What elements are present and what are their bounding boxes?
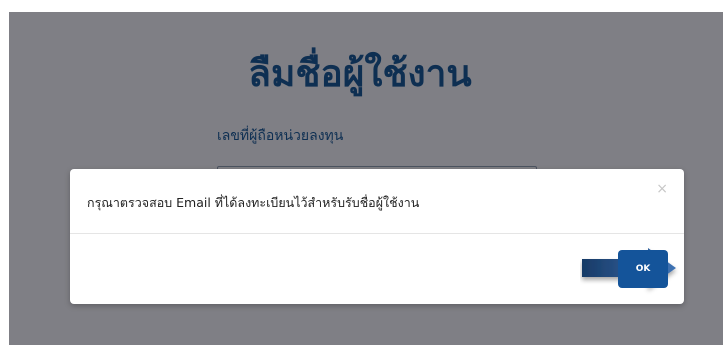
alert-dialog: กรุณาตรวจสอบ Email ที่ได้ลงทะเบียนไว้สำห… [70,169,684,304]
investor-number-label: เลขที่ผู้ถือหน่วยลงทุน [217,128,344,144]
ok-button[interactable]: OK [618,250,668,288]
page-title: ลืมชื่อผู้ใช้งาน [248,52,472,95]
dialog-message: กรุณาตรวจสอบ Email ที่ได้ลงทะเบียนไว้สำห… [87,195,420,210]
dialog-body: กรุณาตรวจสอบ Email ที่ได้ลงทะเบียนไว้สำห… [70,169,684,234]
close-icon[interactable]: × [656,181,668,197]
